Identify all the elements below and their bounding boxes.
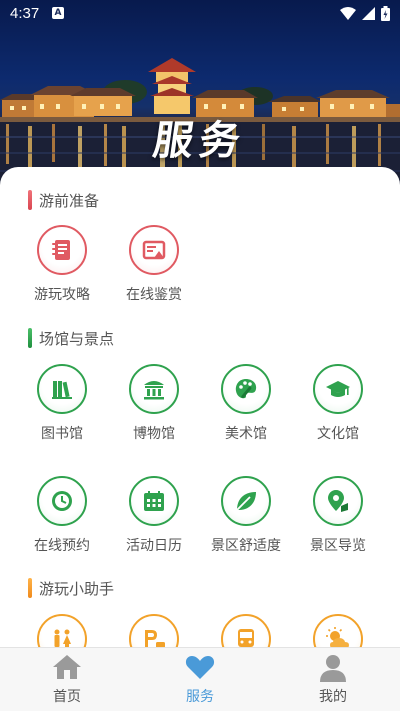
bottom-navigation: 首页 服务 我的: [0, 647, 400, 711]
service-item-label: 游玩攻略: [34, 287, 90, 303]
section-title: 游玩小助手: [39, 579, 115, 598]
signal-icon: [362, 7, 375, 20]
page-title: 服务: [150, 118, 249, 164]
section-title: 游前准备: [39, 191, 100, 210]
service-item-museum[interactable]: 博物馆: [108, 364, 200, 443]
user-icon: [320, 655, 346, 682]
section-accent-bar: [28, 190, 32, 210]
nav-item-home[interactable]: 首页: [0, 648, 134, 711]
section-header-venues: 场馆与景点: [28, 327, 114, 349]
service-item-label: 博物馆: [133, 426, 175, 442]
books-icon: [37, 364, 87, 414]
heart-icon: [185, 656, 215, 679]
museum-icon: [129, 364, 179, 414]
service-item-label: 图书馆: [41, 426, 83, 442]
graduation-cap-icon: [313, 364, 363, 414]
status-time: 4:37: [10, 5, 40, 22]
service-item-label: 文化馆: [317, 426, 359, 442]
picture-board-icon: [129, 225, 179, 275]
palette-icon: [221, 364, 271, 414]
service-item-online-booking[interactable]: 在线预约: [16, 476, 108, 555]
service-item-label: 在线鉴赏: [126, 287, 182, 303]
service-item-label: 景区导览: [310, 538, 366, 554]
service-item-label: 活动日历: [126, 538, 182, 554]
service-item-travel-guide[interactable]: 游玩攻略: [16, 225, 108, 304]
services-card: 游前准备 游玩攻略 在线鉴赏 场馆与景点 图书馆 博物馆 美术馆 文化馆 在线预…: [0, 167, 400, 711]
wifi-icon: [340, 6, 356, 20]
nav-item-profile[interactable]: 我的: [266, 648, 400, 711]
service-item-cultural-center[interactable]: 文化馆: [292, 364, 384, 443]
service-item-label: 在线预约: [34, 538, 90, 554]
service-item-online-appreciation[interactable]: 在线鉴赏: [108, 225, 200, 304]
leaf-icon: [221, 476, 271, 526]
nav-label: 首页: [53, 689, 81, 705]
service-item-library[interactable]: 图书馆: [16, 364, 108, 443]
section-accent-bar: [28, 578, 32, 598]
service-item-art-gallery[interactable]: 美术馆: [200, 364, 292, 443]
service-item-scenic-comfort[interactable]: 景区舒适度: [200, 476, 292, 555]
section-title: 场馆与景点: [39, 329, 115, 348]
service-item-label: 景区舒适度: [211, 538, 281, 554]
nav-item-services[interactable]: 服务: [133, 648, 267, 711]
section-header-prep: 游前准备: [28, 189, 99, 211]
status-bar: 4:37 A: [0, 0, 400, 28]
section-accent-bar: [28, 328, 32, 348]
home-icon: [53, 655, 81, 679]
service-item-label: 美术馆: [225, 426, 267, 442]
nav-label: 我的: [319, 689, 347, 705]
notification-icon: A: [52, 7, 64, 19]
nav-label: 服务: [186, 689, 214, 705]
service-item-scenic-guide[interactable]: 景区导览: [292, 476, 384, 555]
map-pin-icon: [313, 476, 363, 526]
battery-icon: [381, 6, 390, 21]
notebook-icon: [37, 225, 87, 275]
calendar-icon: [129, 476, 179, 526]
service-item-event-calendar[interactable]: 活动日历: [108, 476, 200, 555]
section-header-assistant: 游玩小助手: [28, 577, 114, 599]
clock-icon: [37, 476, 87, 526]
